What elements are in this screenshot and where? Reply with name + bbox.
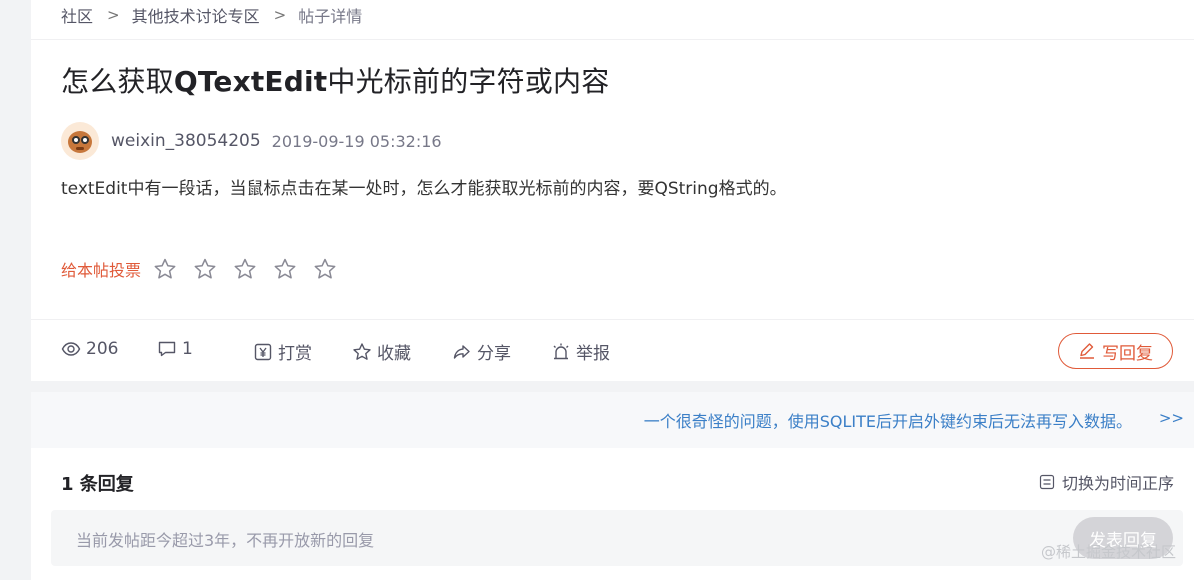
next-post-bar: 一个很奇怪的问题，使用SQLITE后开启外键约束后无法再写入数据。 >> [31, 392, 1194, 448]
breadcrumb-community[interactable]: 社区 [61, 3, 93, 27]
action-bar: 206 1 打赏 收藏 分享 举报 写回复 [61, 333, 1173, 369]
star-icon[interactable] [153, 257, 177, 281]
sort-toggle[interactable]: 切换为时间正序 [1039, 470, 1174, 494]
divider [31, 319, 1194, 320]
star-icon[interactable] [313, 257, 337, 281]
title-prefix: 怎么获取 [61, 65, 174, 98]
comments-button[interactable]: 1 [157, 339, 193, 359]
next-post-arrow[interactable]: >> [1159, 409, 1184, 427]
views-count: 206 [86, 339, 119, 359]
post-title: 怎么获取QTextEdit中光标前的字符或内容 [61, 62, 609, 102]
chevron-right-icon: > [273, 6, 287, 24]
reply-placeholder: 当前发帖距今超过3年，不再开放新的回复 [76, 531, 375, 550]
favorite-label: 收藏 [377, 344, 411, 364]
star-outline-icon [353, 342, 371, 360]
write-reply-button[interactable]: 写回复 [1058, 333, 1173, 369]
breadcrumb: 社区 > 其他技术讨论专区 > 帖子详情 [61, 4, 362, 26]
vote-label: 给本帖投票 [61, 261, 142, 280]
reply-input: 当前发帖距今超过3年，不再开放新的回复 发表回复 [51, 510, 1183, 566]
publish-reply-button: 发表回复 [1073, 517, 1173, 559]
report-label: 举报 [576, 344, 610, 364]
post-content: textEdit中有一段话，当鼠标点击在某一处时，怎么才能获取光标前的内容，要Q… [61, 179, 787, 199]
post-card: 社区 > 其他技术讨论专区 > 帖子详情 怎么获取QTextEdit中光标前的字… [31, 0, 1194, 381]
reply-count: 1 条回复 [61, 474, 134, 495]
pencil-icon [1080, 343, 1094, 359]
star-icon[interactable] [273, 257, 297, 281]
divider [31, 39, 1194, 40]
report-button[interactable]: 举报 [551, 339, 610, 364]
author-name[interactable]: weixin_38054205 [111, 131, 261, 151]
title-code: QTextEdit [173, 65, 328, 98]
breadcrumb-current: 帖子详情 [298, 7, 363, 26]
chevron-right-icon: > [107, 6, 120, 24]
comment-icon [158, 341, 176, 357]
breadcrumb-forum[interactable]: 其他技术讨论专区 [132, 3, 260, 27]
yen-icon [254, 343, 272, 360]
post-time: 2019-09-19 05:32:16 [271, 131, 442, 151]
share-icon [453, 344, 470, 359]
reward-label: 打赏 [278, 344, 312, 364]
views-counter: 206 [61, 339, 118, 359]
replies-section: 1 条回复 切换为时间正序 当前发帖距今超过3年，不再开放新的回复 发表回复 [31, 448, 1194, 580]
next-post-link[interactable]: 一个很奇怪的问题，使用SQLITE后开启外键约束后无法再写入数据。 [644, 408, 1132, 432]
sort-label: 切换为时间正序 [1061, 474, 1174, 493]
favorite-button[interactable]: 收藏 [352, 339, 411, 364]
alarm-icon [553, 343, 569, 359]
star-icon[interactable] [233, 257, 257, 281]
sort-icon [1039, 474, 1055, 490]
vote-row: 给本帖投票 [61, 255, 353, 283]
avatar[interactable] [61, 122, 99, 160]
author-row: weixin_38054205 2019-09-19 05:32:16 [61, 122, 442, 160]
share-label: 分享 [477, 344, 511, 364]
reward-button[interactable]: 打赏 [253, 339, 312, 364]
eye-icon [61, 342, 81, 356]
share-button[interactable]: 分享 [452, 339, 511, 364]
write-reply-label: 写回复 [1102, 343, 1153, 364]
title-suffix: 中光标前的字符或内容 [327, 65, 610, 98]
comments-count: 1 [182, 339, 193, 359]
star-icon[interactable] [193, 257, 217, 281]
